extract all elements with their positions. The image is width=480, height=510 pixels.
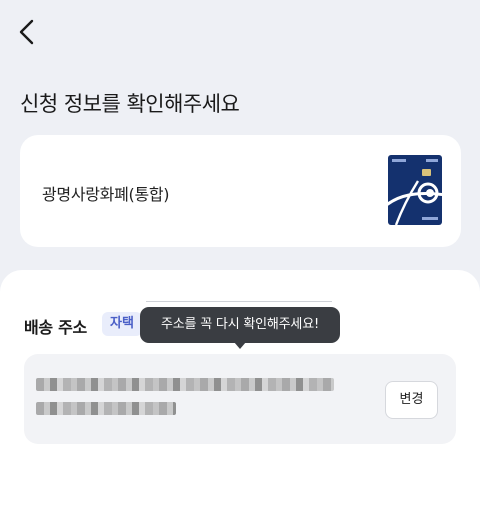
card-name: 광명사랑화폐(통합) (42, 185, 170, 204)
page-title: 신청 정보를 확인해주세요 (20, 92, 240, 116)
card-image (388, 155, 442, 225)
address-box: 변경 (24, 354, 456, 444)
address-sheet: 배송 주소 자택 주소를 꼭 다시 확인해주세요! 변경 (0, 270, 480, 510)
back-button[interactable] (14, 18, 42, 46)
chevron-left-icon (19, 19, 34, 45)
address-tooltip: 주소를 꼭 다시 확인해주세요! (140, 307, 340, 343)
address-line-2-redacted (36, 402, 176, 415)
change-address-button[interactable]: 변경 (385, 381, 438, 419)
address-tag: 자택 (102, 312, 142, 336)
tooltip-divider (146, 301, 332, 302)
address-heading: 배송 주소 (24, 318, 87, 337)
card-summary: 광명사랑화폐(통합) (20, 135, 461, 247)
address-line-1-redacted (36, 378, 334, 391)
tooltip-arrow (234, 342, 246, 349)
